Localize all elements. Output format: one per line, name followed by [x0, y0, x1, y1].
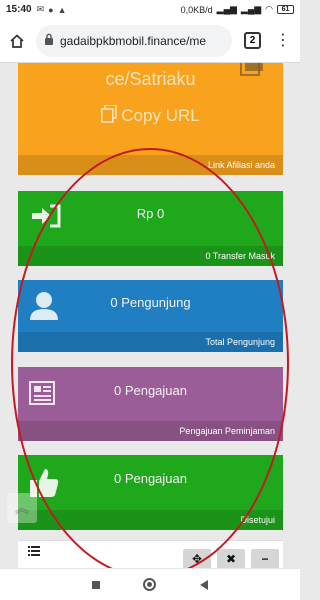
more-menu-icon[interactable]: ⋮ — [275, 32, 291, 49]
browser-toolbar: gadaibpkbmobil.finance/me 2 ⋮ — [0, 19, 300, 63]
copy-url-button[interactable]: Copy URL — [18, 104, 283, 128]
battery-icon: 61 — [277, 5, 294, 14]
back-icon[interactable] — [200, 579, 209, 590]
url-text: gadaibpkbmobil.finance/me — [60, 33, 207, 48]
address-bar[interactable]: gadaibpkbmobil.finance/me — [36, 24, 232, 57]
dashboard-content: ce/Satriaku Copy URL Link Afiliasi anda … — [0, 63, 300, 568]
signal-icon-2: ▂▄▆ — [240, 4, 262, 14]
applications-count: 0 Pengajuan — [113, 383, 187, 398]
visitors-count: 0 Pengunjung — [110, 295, 191, 310]
transfer-footer: 0 Transfer Masuk — [18, 246, 283, 266]
minimize-button[interactable]: − — [251, 549, 279, 568]
transfer-amount: Rp 0 — [136, 206, 165, 221]
visitors-card: 0 Pengunjung Total Pengunjung — [18, 280, 283, 352]
visitors-footer: Total Pengunjung — [18, 332, 283, 352]
list-icon — [28, 546, 40, 556]
move-button[interactable]: ✥ — [183, 549, 211, 568]
email-icon: ✉ — [36, 4, 45, 14]
status-bar: 15:40 ✉ ● ▲ 0,0KB/d ▂▄▆ ▂▄▆ ◠ 61 — [0, 0, 300, 19]
referral-card: ce/Satriaku Copy URL Link Afiliasi anda — [18, 63, 283, 175]
double-chevron-up-icon: ︽ — [15, 500, 29, 516]
applications-footer: Pengajuan Peminjaman — [18, 421, 283, 441]
recents-icon[interactable] — [91, 580, 100, 589]
bell-icon: ▲ — [57, 4, 67, 15]
approved-card: 0 Pengajuan Disetujui — [18, 455, 283, 530]
applications-card: 0 Pengajuan Pengajuan Peminjaman — [18, 367, 283, 441]
signal-icon: ▂▄▆ — [216, 4, 237, 14]
home-icon[interactable] — [6, 30, 28, 52]
status-right-group: 0,0KB/d ▂▄▆ ▂▄▆ ◠ 61 — [181, 4, 294, 15]
copy-icon — [101, 104, 118, 128]
chrome-notification-icon: ● — [48, 4, 54, 15]
referral-footer: Link Afiliasi anda — [18, 155, 283, 175]
referral-link-text: ce/Satriaku — [105, 69, 196, 89]
approved-count: 0 Pengajuan — [113, 471, 187, 486]
lock-icon — [44, 32, 54, 50]
home-nav-icon[interactable] — [143, 578, 157, 591]
wifi-icon: ◠ — [265, 4, 273, 14]
status-time: 15:40 — [6, 4, 32, 15]
network-speed: 0,0KB/d — [180, 4, 213, 15]
bottom-panel: ✥ ✖ − — [18, 540, 283, 568]
approved-footer: Disetujui — [18, 510, 283, 530]
tab-switcher-button[interactable]: 2 — [244, 32, 261, 49]
copy-url-label: Copy URL — [121, 105, 200, 125]
close-button[interactable]: ✖ — [217, 549, 245, 568]
scroll-top-button[interactable]: ︽ — [7, 493, 37, 523]
transfer-card: Rp 0 0 Transfer Masuk — [18, 191, 283, 266]
android-nav-bar — [0, 568, 300, 600]
